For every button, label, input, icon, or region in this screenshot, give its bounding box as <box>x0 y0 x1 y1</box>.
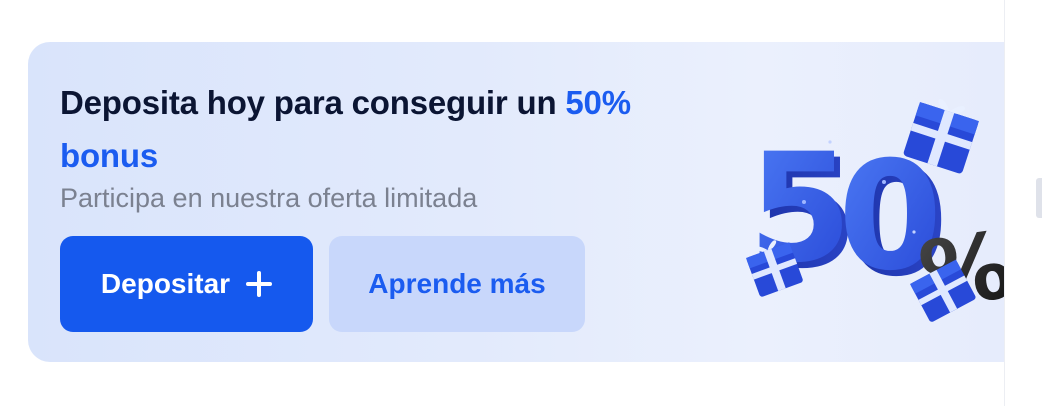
deposit-bonus-promo-card: Deposita hoy para conseguir un 50% bonus… <box>28 42 1004 362</box>
plus-icon <box>246 271 273 297</box>
page: Deposita hoy para conseguir un 50% bonus… <box>0 0 1042 406</box>
promo-headline-text: Deposita hoy para conseguir un <box>60 84 566 121</box>
deposit-button[interactable]: Depositar <box>60 236 313 332</box>
promo-headline: Deposita hoy para conseguir un 50% bonus <box>60 76 680 182</box>
fifty-percent-gifts-icon: 5 5 0 0 % <box>746 99 1004 322</box>
promo-subtitle: Participa en nuestra oferta limitada <box>60 183 478 213</box>
side-panel-edge <box>1004 0 1042 406</box>
scrollbar-handle[interactable] <box>1036 178 1042 218</box>
learn-more-button[interactable]: Aprende más <box>329 236 585 332</box>
deposit-button-label: Depositar <box>100 268 231 299</box>
